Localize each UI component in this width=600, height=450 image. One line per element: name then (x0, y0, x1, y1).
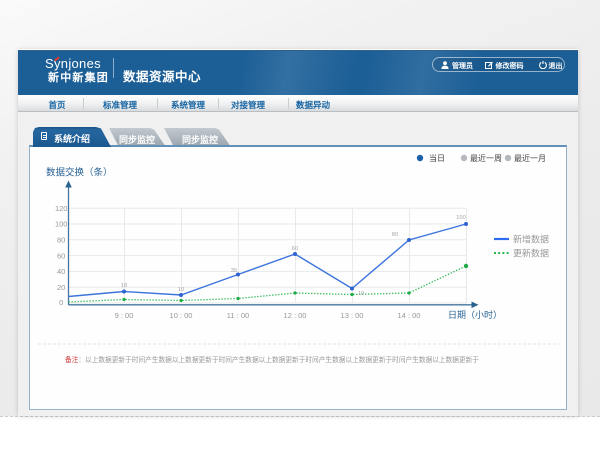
svg-text:20: 20 (57, 283, 65, 292)
svg-text:日期（小时）: 日期（小时） (448, 309, 502, 320)
svg-text:18: 18 (120, 283, 126, 289)
svg-text:100: 100 (54, 220, 67, 229)
svg-text:10: 10 (177, 287, 183, 293)
svg-text:9 : 00: 9 : 00 (114, 311, 133, 320)
svg-text:120: 120 (54, 204, 67, 213)
svg-text:10 : 00: 10 : 00 (169, 311, 192, 320)
svg-text:最近一周: 最近一周 (470, 153, 502, 163)
svg-text:100: 100 (456, 215, 466, 221)
svg-text:最近一月: 最近一月 (514, 153, 546, 163)
svg-text:更新数据: 更新数据 (513, 248, 549, 259)
svg-text:13 : 00: 13 : 00 (340, 311, 363, 320)
svg-text:数据交换（条）: 数据交换（条） (46, 167, 113, 179)
svg-text:10: 10 (357, 291, 363, 297)
svg-text:14 : 00: 14 : 00 (397, 311, 420, 320)
svg-text:60: 60 (291, 246, 297, 252)
svg-text:80: 80 (57, 236, 65, 245)
svg-text:12 : 00: 12 : 00 (283, 311, 306, 320)
svg-text:80: 80 (391, 232, 397, 238)
svg-text:60: 60 (57, 251, 65, 260)
svg-text:40: 40 (57, 267, 65, 276)
svg-text:35: 35 (230, 268, 236, 274)
svg-text:当日: 当日 (429, 153, 445, 163)
svg-text:0: 0 (59, 298, 63, 307)
svg-text:11 : 00: 11 : 00 (226, 311, 248, 320)
svg-text:新增数据: 新增数据 (513, 234, 549, 245)
svg-text:备注：以上数据更新于时间产生数据以上数据更新于时间产生数据以: 备注：以上数据更新于时间产生数据以上数据更新于时间产生数据以上数据更新于时间产生… (65, 355, 479, 364)
